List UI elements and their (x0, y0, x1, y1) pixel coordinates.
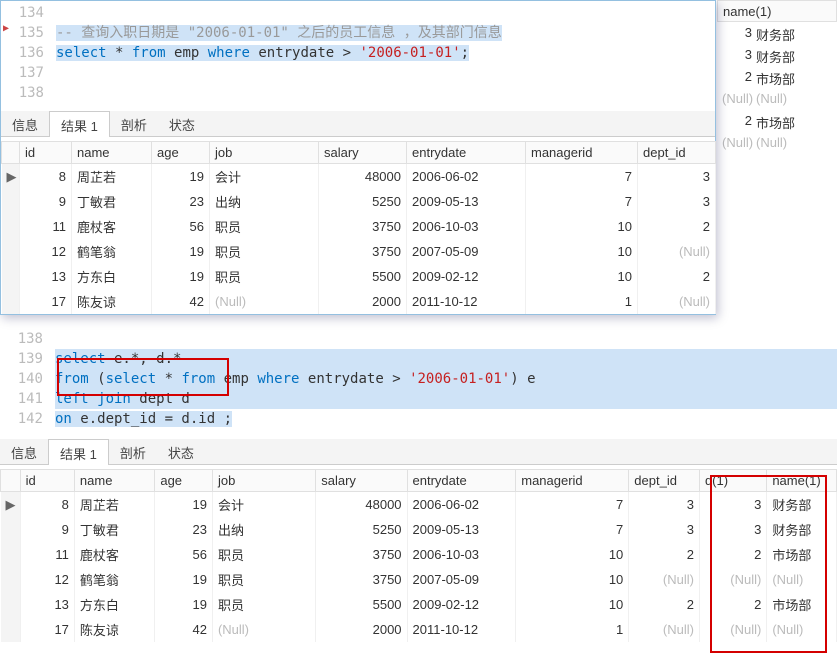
table-row[interactable]: 11鹿杖客56职员37502006-10-031022市场部 (1, 542, 837, 567)
tab-result[interactable]: 结果 1 (49, 111, 110, 137)
col-id[interactable]: id (20, 470, 74, 492)
col-salary[interactable]: salary (319, 142, 407, 164)
line-num: 138 (0, 329, 55, 349)
col-name1[interactable]: name(1) (767, 470, 837, 492)
col-managerid[interactable]: managerid (516, 470, 629, 492)
side-cell: 2市场部 (717, 110, 837, 132)
table-row[interactable]: 11鹿杖客56职员37502006-10-03102 (2, 214, 716, 239)
tab-info[interactable]: 信息 (0, 439, 48, 464)
col-name[interactable]: name (74, 470, 154, 492)
side-cell: 3财务部 (717, 22, 837, 44)
col-d1[interactable]: d(1) (699, 470, 766, 492)
tab-info[interactable]: 信息 (1, 111, 49, 136)
side-cell: 3财务部 (717, 44, 837, 66)
col-deptid[interactable]: dept_id (638, 142, 716, 164)
result-tabs-2: 信息 结果 1 剖析 状态 (0, 439, 837, 465)
col-job[interactable]: job (212, 470, 315, 492)
tab-status[interactable]: 状态 (158, 111, 206, 136)
col-name1-hdr: name(1) (717, 0, 837, 22)
col-name[interactable]: name (72, 142, 152, 164)
col-age[interactable]: age (152, 142, 210, 164)
table-row[interactable]: ▶8周芷若19会计480002006-06-0273 (2, 164, 716, 190)
result-table-1: id name age job salary entrydate manager… (1, 137, 715, 314)
table-row[interactable]: ▶8周芷若19会计480002006-06-02733财务部 (1, 492, 837, 518)
tab-profile[interactable]: 剖析 (110, 111, 158, 136)
result-tabs-1: 信息 结果 1 剖析 状态 (1, 111, 715, 137)
col-entrydate[interactable]: entrydate (407, 470, 516, 492)
side-cell: (Null)(Null) (717, 132, 837, 154)
table-row[interactable]: 17陈友谅42(Null)20002011-10-121(Null) (2, 289, 716, 314)
col-managerid[interactable]: managerid (526, 142, 638, 164)
col-job[interactable]: job (210, 142, 319, 164)
table-row[interactable]: 17陈友谅42(Null)20002011-10-121(Null)(Null)… (1, 617, 837, 642)
side-cell: (Null)(Null) (717, 88, 837, 110)
table-row[interactable]: 13方东白19职员55002009-02-121022市场部 (1, 592, 837, 617)
side-cell: 2市场部 (717, 66, 837, 88)
col-salary[interactable]: salary (316, 470, 407, 492)
table-row[interactable]: 13方东白19职员55002009-02-12102 (2, 264, 716, 289)
tab-status[interactable]: 状态 (157, 439, 205, 464)
col-deptid[interactable]: dept_id (629, 470, 700, 492)
table-row[interactable]: 9丁敏君23出纳52502009-05-13733财务部 (1, 517, 837, 542)
partial-result-columns: name(1) 3财务部3财务部2市场部(Null)(Null)2市场部(Nul… (717, 0, 837, 154)
table-row[interactable]: 12鹤笔翁19职员37502007-05-0910(Null)(Null)(Nu… (1, 567, 837, 592)
col-age[interactable]: age (155, 470, 213, 492)
breakpoint-icon[interactable]: ▶ (3, 23, 9, 34)
tab-result[interactable]: 结果 1 (48, 439, 109, 465)
code-editor-1[interactable]: ▶ 134 135-- 查询入职日期是 "2006-01-01" 之后的员工信息… (1, 1, 715, 111)
table-row[interactable]: 12鹤笔翁19职员37502007-05-0910(Null) (2, 239, 716, 264)
query-result-panel-1: ▶ 134 135-- 查询入职日期是 "2006-01-01" 之后的员工信息… (0, 0, 716, 315)
col-entrydate[interactable]: entrydate (407, 142, 526, 164)
table-row[interactable]: 9丁敏君23出纳52502009-05-1373 (2, 189, 716, 214)
tab-profile[interactable]: 剖析 (109, 439, 157, 464)
col-id[interactable]: id (20, 142, 72, 164)
code-editor-2[interactable]: 138 139select e.*, d.* 140from (select *… (0, 325, 837, 439)
result-table-2: id name age job salary entrydate manager… (0, 465, 837, 642)
